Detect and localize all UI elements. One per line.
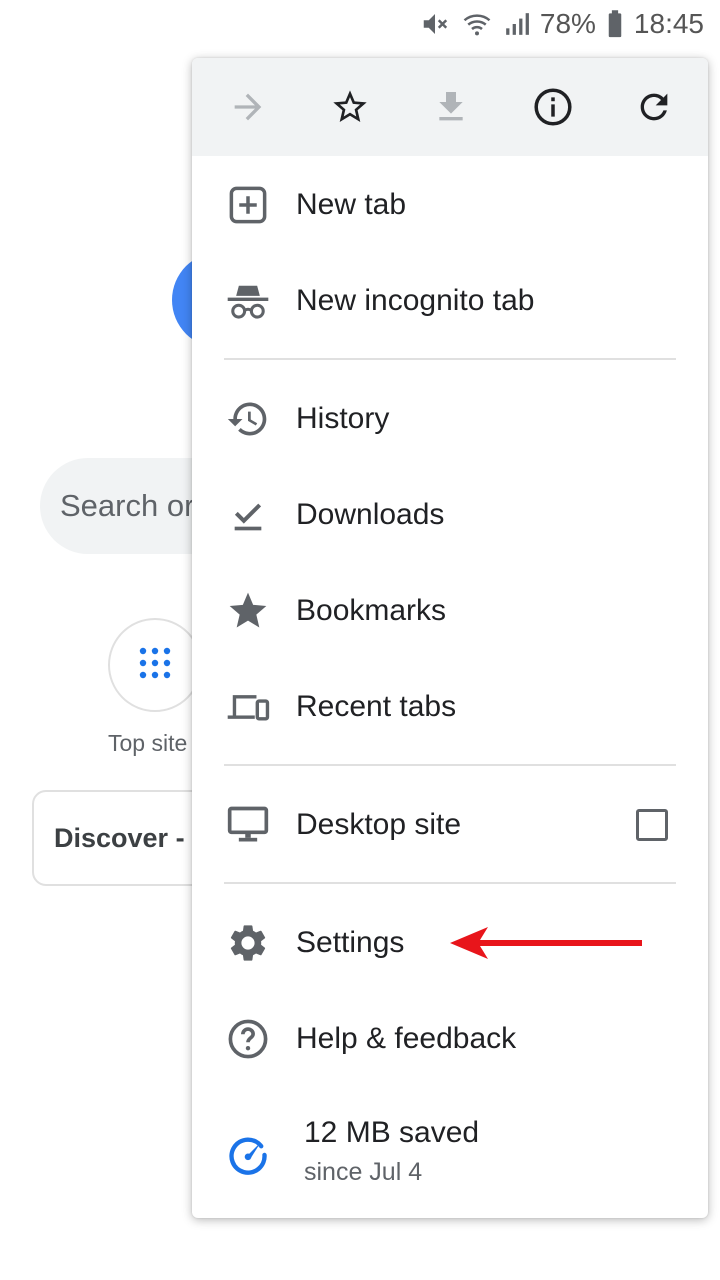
menu-item-new-incognito-tab[interactable]: New incognito tab (192, 253, 708, 349)
incognito-icon (226, 279, 270, 323)
menu-divider (224, 764, 676, 766)
overflow-menu: New tab New incognito tab History Downlo… (192, 58, 708, 1218)
settings-icon (226, 921, 270, 965)
bookmark-star-icon[interactable] (328, 85, 372, 129)
top-sites-label: Top site (108, 730, 188, 756)
status-bar: 78% 18:45 (0, 0, 720, 48)
menu-item-label: Settings (296, 926, 405, 959)
forward-icon[interactable] (226, 85, 270, 129)
battery-percent: 78% (539, 8, 596, 39)
data-saver-gauge-icon (226, 1133, 270, 1177)
new-tab-icon (226, 183, 270, 227)
desktop-icon (226, 803, 270, 847)
menu-item-label: Recent tabs (296, 690, 457, 723)
data-saver-title: 12 MB saved (304, 1116, 480, 1149)
desktop-site-checkbox[interactable] (636, 809, 668, 841)
menu-item-label: Desktop site (296, 808, 462, 841)
battery-icon (606, 9, 624, 39)
menu-item-label: Help & feedback (296, 1022, 517, 1055)
download-icon[interactable] (429, 85, 473, 129)
page-info-icon[interactable] (531, 85, 575, 129)
status-time: 18:45 (633, 8, 704, 39)
menu-item-help-feedback[interactable]: Help & feedback (192, 991, 708, 1087)
menu-item-label: History (296, 402, 390, 435)
menu-item-history[interactable]: History (192, 371, 708, 467)
menu-item-bookmarks[interactable]: Bookmarks (192, 563, 708, 659)
wifi-icon (460, 9, 494, 39)
help-icon (226, 1017, 270, 1061)
menu-divider (224, 882, 676, 884)
menu-item-label: Downloads (296, 498, 445, 531)
menu-item-recent-tabs[interactable]: Recent tabs (192, 659, 708, 755)
menu-item-new-tab[interactable]: New tab (192, 157, 708, 253)
signal-icon (504, 9, 530, 39)
history-icon (226, 397, 270, 441)
menu-toolbar (192, 58, 708, 156)
apps-grid-icon (137, 645, 173, 686)
search-placeholder: Search or (60, 488, 195, 523)
menu-item-label: New tab (296, 188, 407, 221)
discover-label: Discover - (54, 822, 185, 853)
mute-icon (420, 9, 450, 39)
refresh-icon[interactable] (632, 85, 676, 129)
menu-item-desktop-site[interactable]: Desktop site (192, 777, 708, 873)
downloads-icon (226, 493, 270, 537)
menu-item-downloads[interactable]: Downloads (192, 467, 708, 563)
top-sites-button[interactable] (108, 618, 202, 712)
bookmarks-icon (226, 589, 270, 633)
data-saver-subtitle: since Jul 4 (304, 1158, 423, 1186)
recent-tabs-icon (226, 685, 270, 729)
menu-item-label: Bookmarks (296, 594, 447, 627)
menu-item-label: New incognito tab (296, 284, 535, 317)
menu-divider (224, 358, 676, 360)
annotation-arrow (450, 927, 642, 959)
